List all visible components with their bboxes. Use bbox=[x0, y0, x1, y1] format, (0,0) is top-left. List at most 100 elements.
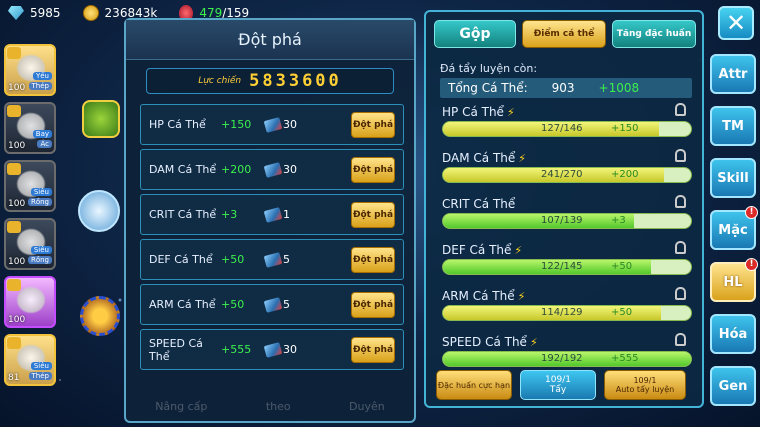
pokemon-level: 100 bbox=[8, 257, 26, 267]
bag-icon[interactable] bbox=[78, 190, 120, 232]
scroll-icon bbox=[263, 341, 283, 358]
breakthrough-panel: Đột phá Lực chiến 5833600 HP Cá Thể +150… bbox=[124, 18, 416, 423]
pokemon-level: 81 bbox=[8, 373, 20, 383]
lock-icon[interactable] bbox=[675, 149, 686, 162]
lock-icon[interactable] bbox=[675, 241, 686, 254]
wash-button[interactable]: 109/1 Tẩy bbox=[520, 370, 596, 400]
tab-special-training[interactable]: Tăng đặc huấn bbox=[612, 20, 696, 48]
pokemon-slot[interactable]: Siêu Thép 81 bbox=[4, 334, 56, 386]
training-panel: Gộp Điểm cá thể Tăng đặc huấn Đá tẩy luy… bbox=[424, 10, 704, 408]
stat-bar-row: HP Cá Thể ⚡ 127/146 +150 bbox=[442, 103, 692, 144]
type-tag: Siêu bbox=[30, 246, 52, 254]
wash-stone-label: Đá tẩy luyện còn: bbox=[440, 62, 538, 75]
stat-bar-name: DEF Cá Thể bbox=[442, 243, 512, 257]
close-button[interactable]: ✕ bbox=[718, 6, 754, 40]
stat-progress-bar: 114/129 +50 bbox=[442, 305, 692, 321]
stat-progress-text: 114/129 bbox=[541, 307, 583, 318]
lock-icon[interactable] bbox=[675, 195, 686, 208]
type-tag: Bay bbox=[32, 130, 52, 138]
training-actions: Đặc huấn cực hạn 109/1 Tẩy 109/1 Auto tẩ… bbox=[436, 370, 694, 400]
lock-icon[interactable] bbox=[675, 333, 686, 346]
pokeball-medal-icon[interactable] bbox=[80, 296, 120, 336]
stat-bar-row: DAM Cá Thể ⚡ 241/270 +200 bbox=[442, 149, 692, 190]
lock-icon[interactable] bbox=[675, 103, 686, 116]
breakthrough-button[interactable]: Đột phá bbox=[351, 201, 395, 228]
pokemon-slot[interactable]: Yếu Thép 100 bbox=[4, 44, 56, 96]
side-tab[interactable]: Attr bbox=[710, 54, 756, 94]
stat-name: ARM Cá Thể bbox=[149, 298, 216, 311]
cost: 30 bbox=[263, 116, 335, 133]
upgrade-label: Nâng cấp bbox=[155, 400, 208, 413]
cost-value: 5 bbox=[283, 253, 290, 266]
side-tab[interactable]: TM bbox=[710, 106, 756, 146]
lightning-icon: ⚡ bbox=[518, 151, 527, 165]
cost: 30 bbox=[263, 161, 335, 178]
breakthrough-row: DEF Cá Thể +50 5 Đột phá bbox=[140, 239, 404, 280]
pokemon-level: 100 bbox=[8, 315, 26, 325]
breakthrough-button[interactable]: Đột phá bbox=[351, 336, 395, 363]
breakthrough-button[interactable]: Đột phá bbox=[351, 291, 395, 318]
total-value: 903 bbox=[551, 81, 575, 95]
stat-bonus: +150 bbox=[221, 118, 252, 131]
stat-bonus: +50 bbox=[221, 298, 245, 311]
combat-power-box: Lực chiến 5833600 bbox=[146, 68, 394, 94]
breakthrough-button[interactable]: Đột phá bbox=[351, 156, 395, 183]
breakthrough-button[interactable]: Đột phá bbox=[351, 111, 395, 138]
cost-value: 5 bbox=[283, 298, 290, 311]
stat-name: CRIT Cá Thể bbox=[149, 208, 217, 221]
stat-name: DEF Cá Thể bbox=[149, 253, 213, 266]
lightning-icon: ⚡ bbox=[514, 243, 523, 257]
type-tag: Rồng bbox=[27, 198, 52, 206]
limit-training-button[interactable]: Đặc huấn cực hạn bbox=[436, 370, 512, 400]
cost: 5 bbox=[263, 296, 335, 313]
stat-progress-bar: 122/145 +50 bbox=[442, 259, 692, 275]
side-tab-label: TM bbox=[722, 118, 744, 134]
type-tag: Siêu bbox=[30, 362, 52, 370]
stat-bar-name: ARM Cá Thể bbox=[442, 289, 515, 303]
side-tab[interactable]: Mặc! bbox=[710, 206, 758, 250]
auto-wash-button[interactable]: 109/1 Auto tẩy luyện bbox=[604, 370, 686, 400]
stat-bar-row: SPEED Cá Thể ⚡ 192/192 +555 bbox=[442, 333, 692, 374]
tab-merge[interactable]: Gộp bbox=[434, 20, 516, 48]
pokemon-slot-list: Yếu Thép 100 Bay Ác 100 Siêu Rồng 100 Si… bbox=[4, 44, 56, 392]
lock-icon[interactable] bbox=[675, 287, 686, 300]
stat-bar-name: HP Cá Thể bbox=[442, 105, 504, 119]
stat-bar-name: CRIT Cá Thể bbox=[442, 197, 516, 211]
breakthrough-row: DAM Cá Thể +200 30 Đột phá bbox=[140, 149, 404, 190]
stat-progress-text: 107/139 bbox=[541, 215, 583, 226]
alert-badge-icon: ! bbox=[745, 206, 758, 219]
side-tab[interactable]: Hóa bbox=[710, 314, 756, 354]
scroll-icon bbox=[263, 161, 283, 178]
side-tab[interactable]: Skill bbox=[710, 158, 756, 198]
item-seed-icon[interactable] bbox=[82, 100, 120, 138]
pokemon-slot[interactable]: Siêu Rồng 100 bbox=[4, 218, 56, 270]
pokemon-slot[interactable]: Siêu Rồng 100 bbox=[4, 160, 56, 212]
pokemon-slot[interactable]: Bay Ác 100 bbox=[4, 102, 56, 154]
scroll-icon bbox=[263, 116, 283, 133]
stat-bar-name: SPEED Cá Thể bbox=[442, 335, 527, 349]
stat-bonus: +150 bbox=[611, 123, 639, 134]
stat-progress-bar: 192/192 +555 bbox=[442, 351, 692, 367]
total-label: Tổng Cá Thể: bbox=[448, 81, 528, 95]
alert-badge-icon: ! bbox=[745, 258, 758, 271]
cost: 1 bbox=[263, 206, 335, 223]
faded-bottom-labels: Nâng cấp theo Duyên bbox=[126, 400, 414, 413]
stat-name: DAM Cá Thể bbox=[149, 163, 217, 176]
type-tag: Yếu bbox=[32, 72, 52, 80]
side-tab[interactable]: Gen bbox=[710, 366, 756, 406]
auto-label: Auto tẩy luyện bbox=[615, 385, 675, 394]
stat-bonus: +200 bbox=[221, 163, 252, 176]
type-tag: Thép bbox=[28, 372, 52, 380]
pokemon-slot[interactable]: 100 bbox=[4, 276, 56, 328]
side-tab[interactable]: HL! bbox=[710, 258, 758, 302]
side-tab-label: Hóa bbox=[718, 326, 748, 342]
breakthrough-row: CRIT Cá Thể +3 1 Đột phá bbox=[140, 194, 404, 235]
side-navigation: Attr TM Skill Mặc! HL! Hóa Gen bbox=[710, 54, 758, 418]
pokemon-level: 100 bbox=[8, 141, 26, 151]
breakthrough-button[interactable]: Đột phá bbox=[351, 246, 395, 273]
cost-value: 30 bbox=[283, 343, 297, 356]
stat-progress-text: 127/146 bbox=[541, 123, 583, 134]
stat-name: HP Cá Thể bbox=[149, 118, 206, 131]
cost-value: 30 bbox=[283, 163, 297, 176]
tab-points[interactable]: Điểm cá thể bbox=[522, 20, 606, 48]
